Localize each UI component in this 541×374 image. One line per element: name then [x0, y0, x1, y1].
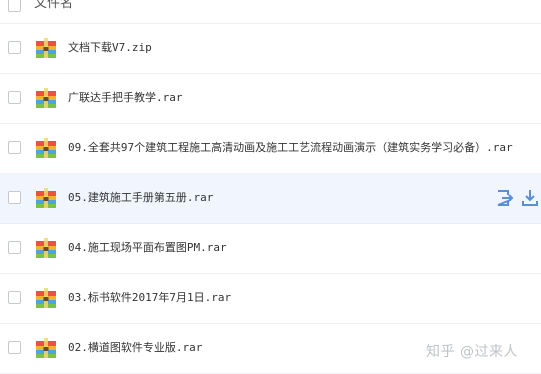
row-checkbox[interactable]: [8, 91, 21, 104]
row-checkbox[interactable]: [8, 141, 21, 154]
file-name[interactable]: 04.施工现场平面布置图PM.rar: [68, 240, 227, 256]
row-checkbox[interactable]: [8, 41, 21, 54]
select-all-checkbox[interactable]: [8, 0, 21, 12]
file-name[interactable]: 03.标书软件2017年7月1日.rar: [68, 290, 231, 306]
archive-icon: [36, 288, 56, 308]
archive-icon: [36, 338, 56, 358]
file-row[interactable]: 文档下载V7.zip: [0, 24, 541, 74]
archive-icon: [36, 188, 56, 208]
file-row-hovered[interactable]: 05.建筑施工手册第五册.rar: [0, 174, 541, 224]
file-row[interactable]: 04.施工现场平面布置图PM.rar: [0, 224, 541, 274]
row-checkbox[interactable]: [8, 341, 21, 354]
archive-icon: [36, 38, 56, 58]
file-row[interactable]: 09.全套共97个建筑工程施工高清动画及施工工艺流程动画演示（建筑实务学习必备）…: [0, 124, 541, 174]
archive-icon: [36, 138, 56, 158]
file-list-header: 文件名: [0, 0, 541, 24]
row-checkbox[interactable]: [8, 191, 21, 204]
column-header-filename[interactable]: 文件名: [34, 0, 73, 12]
archive-icon: [36, 88, 56, 108]
file-row[interactable]: 03.标书软件2017年7月1日.rar: [0, 274, 541, 324]
share-icon[interactable]: [495, 188, 515, 208]
file-name[interactable]: 广联达手把手教学.rar: [68, 90, 183, 106]
file-name[interactable]: 文档下载V7.zip: [68, 40, 152, 56]
watermark: 知乎 @过来人: [426, 344, 518, 360]
row-checkbox[interactable]: [8, 241, 21, 254]
file-name[interactable]: 05.建筑施工手册第五册.rar: [68, 190, 213, 206]
file-name[interactable]: 02.横道图软件专业版.rar: [68, 340, 202, 356]
file-name[interactable]: 09.全套共97个建筑工程施工高清动画及施工工艺流程动画演示（建筑实务学习必备）…: [68, 140, 513, 156]
download-icon[interactable]: [520, 188, 540, 208]
file-row[interactable]: 广联达手把手教学.rar: [0, 74, 541, 124]
archive-icon: [36, 238, 56, 258]
row-checkbox[interactable]: [8, 291, 21, 304]
